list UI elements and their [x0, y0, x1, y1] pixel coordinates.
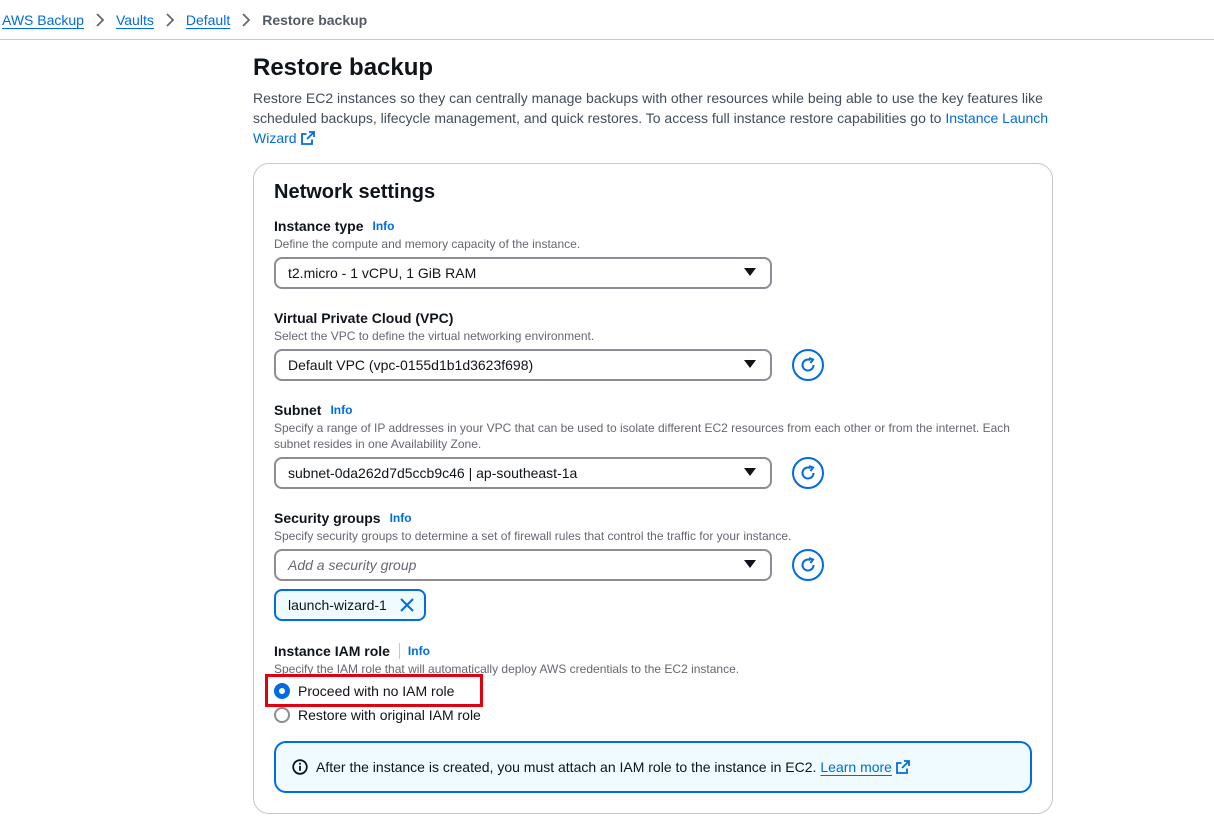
info-alert: After the instance is created, you must … — [274, 741, 1032, 793]
instance-type-info-link[interactable]: Info — [372, 219, 394, 233]
subnet-label: Subnet Info — [274, 402, 353, 418]
subnet-refresh-button[interactable] — [792, 457, 824, 489]
breadcrumb-aws-backup[interactable]: AWS Backup — [2, 12, 84, 28]
security-group-token: launch-wizard-1 — [274, 589, 426, 621]
radio-button[interactable] — [274, 707, 290, 723]
subnet-info-link[interactable]: Info — [330, 403, 352, 417]
security-groups-info-link[interactable]: Info — [390, 511, 412, 525]
chevron-right-icon — [84, 12, 116, 27]
chevron-right-icon — [154, 12, 186, 27]
vpc-refresh-button[interactable] — [792, 349, 824, 381]
external-link-icon — [300, 131, 315, 145]
subnet-select[interactable]: subnet-0da262d7d5ccb9c46 | ap-southeast-… — [274, 457, 772, 489]
breadcrumb-current: Restore backup — [262, 11, 368, 28]
radio-original-iam-role[interactable]: Restore with original IAM role — [274, 707, 481, 723]
subnet-description: Specify a range of IP addresses in your … — [274, 421, 1010, 451]
security-groups-description: Specify security groups to determine a s… — [274, 529, 792, 543]
vpc-value: Default VPC (vpc-0155d1b1d3623f698) — [288, 357, 534, 373]
info-icon — [292, 759, 308, 775]
refresh-icon — [801, 557, 815, 572]
vpc-select[interactable]: Default VPC (vpc-0155d1b1d3623f698) — [274, 349, 772, 381]
vpc-label: Virtual Private Cloud (VPC) — [274, 310, 454, 326]
iam-role-label: Instance IAM role Info — [274, 643, 430, 659]
instance-type-select[interactable]: t2.micro - 1 vCPU, 1 GiB RAM — [274, 257, 772, 289]
refresh-icon — [801, 465, 815, 480]
close-icon[interactable] — [400, 598, 414, 612]
highlight-box — [265, 674, 483, 707]
subnet-value: subnet-0da262d7d5ccb9c46 | ap-southeast-… — [288, 465, 578, 481]
network-settings-title: Network settings — [274, 181, 436, 203]
caret-down-icon — [744, 268, 756, 276]
caret-down-icon — [744, 560, 756, 568]
instance-type-label: Instance type Info — [274, 218, 395, 234]
breadcrumb: AWS Backup Vaults Default Restore backup — [0, 0, 1214, 40]
refresh-icon — [801, 357, 815, 372]
caret-down-icon — [744, 360, 756, 368]
security-groups-label: Security groups Info — [274, 510, 412, 526]
caret-down-icon — [744, 468, 756, 476]
instance-type-description: Define the compute and memory capacity o… — [274, 237, 581, 251]
breadcrumb-vaults[interactable]: Vaults — [116, 12, 154, 28]
alert-text: After the instance is created, you must … — [316, 759, 817, 775]
security-groups-placeholder: Add a security group — [288, 557, 417, 573]
security-group-token-label: launch-wizard-1 — [288, 597, 387, 613]
iam-role-info-link[interactable]: Info — [408, 644, 430, 658]
security-groups-select[interactable]: Add a security group — [274, 549, 772, 581]
breadcrumb-default[interactable]: Default — [186, 12, 230, 28]
instance-type-value: t2.micro - 1 vCPU, 1 GiB RAM — [288, 265, 477, 281]
external-link-icon — [896, 760, 910, 774]
page-description: Restore EC2 instances so they can centra… — [253, 88, 1053, 148]
network-settings-panel: Network settings Instance type Info Defi… — [253, 163, 1053, 814]
vpc-description: Select the VPC to define the virtual net… — [274, 329, 595, 343]
info-divider — [398, 643, 400, 659]
learn-more-link[interactable]: Learn more — [820, 759, 892, 775]
security-groups-refresh-button[interactable] — [792, 549, 824, 581]
chevron-right-icon — [230, 12, 262, 27]
radio-original-iam-role-label: Restore with original IAM role — [298, 707, 481, 723]
page-title: Restore backup — [253, 54, 434, 81]
page-description-text: Restore EC2 instances so they can centra… — [253, 90, 1043, 126]
